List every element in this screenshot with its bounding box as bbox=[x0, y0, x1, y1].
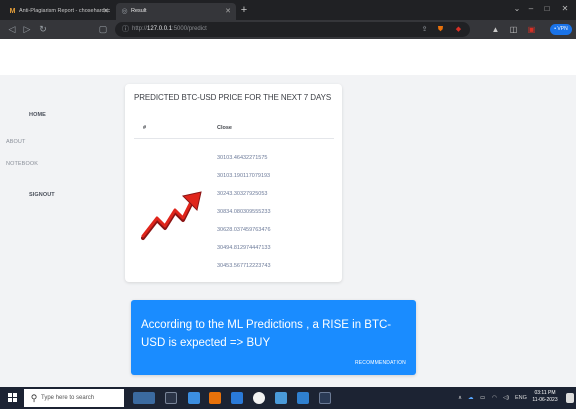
brave-browser-icon[interactable] bbox=[209, 392, 221, 404]
search-icon: ⚲ bbox=[30, 393, 38, 403]
store-icon[interactable] bbox=[275, 392, 287, 404]
tray-language[interactable]: ENG bbox=[515, 393, 527, 403]
onedrive-icon[interactable]: ☁ bbox=[468, 393, 474, 403]
page: HOME ABOUT NOTEBOOK SIGNOUT PREDICTED BT… bbox=[0, 39, 576, 387]
chevron-down-icon[interactable]: ⌄ bbox=[510, 2, 524, 16]
pin-icon[interactable]: ▲ bbox=[490, 24, 501, 35]
prediction-card: PREDICTED BTC-USD PRICE FOR THE NEXT 7 D… bbox=[125, 84, 342, 282]
recommendation-label: RECOMMENDATION bbox=[354, 360, 406, 366]
reload-icon[interactable]: ↻ bbox=[36, 22, 50, 37]
taskbar: ⚲ Type here to search ∧ ☁ ▭ ◠ ◁) ENG 03:… bbox=[0, 387, 576, 409]
globe-icon: ◎ bbox=[121, 8, 128, 15]
clock-date: 11-06-2023 bbox=[532, 397, 558, 403]
table-divider bbox=[134, 138, 334, 139]
table-row: 30494.812974447133 bbox=[217, 245, 271, 251]
battery-icon[interactable]: ▭ bbox=[480, 393, 485, 403]
maximize-button[interactable]: □ bbox=[540, 2, 554, 16]
column-header-index: # bbox=[143, 125, 147, 131]
tray-chevron-icon[interactable]: ∧ bbox=[458, 393, 462, 403]
chrome-icon[interactable] bbox=[253, 392, 265, 404]
sidebar-item-signout[interactable]: SIGNOUT bbox=[29, 192, 55, 198]
sidebar-icon[interactable]: ◫ bbox=[508, 24, 519, 35]
column-header-close: Close bbox=[217, 125, 232, 131]
taskbar-search-input[interactable]: ⚲ Type here to search bbox=[24, 389, 124, 407]
sidebar-item-about[interactable]: ABOUT bbox=[6, 139, 25, 145]
task-view-icon[interactable] bbox=[165, 392, 177, 404]
vpn-badge[interactable]: • VPN bbox=[550, 24, 572, 35]
new-tab-button[interactable]: + bbox=[238, 3, 250, 17]
browser-tab-strip: M Anti-Plagiarism Report - chosehardcc ✕… bbox=[0, 0, 576, 20]
shield-icon[interactable]: ⛊ bbox=[436, 25, 445, 34]
extension-icon[interactable]: ◆ bbox=[454, 25, 463, 34]
table-row: 30243.30327925053 bbox=[217, 191, 268, 197]
recommendation-card: According to the ML Predictions , a RISE… bbox=[131, 300, 416, 375]
wallet-icon[interactable]: ▣ bbox=[526, 24, 537, 35]
terminal-icon[interactable] bbox=[319, 392, 331, 404]
tab-anti-plagiarism[interactable]: M Anti-Plagiarism Report - chosehardcc ✕ bbox=[4, 3, 114, 20]
clock-time: 03:11 PM bbox=[534, 390, 556, 396]
recommendation-text: According to the ML Predictions , a RISE… bbox=[141, 319, 392, 349]
back-icon[interactable]: ◁ bbox=[5, 22, 19, 37]
close-window-button[interactable]: ✕ bbox=[558, 2, 572, 16]
address-bar[interactable]: ⓘ http://127.0.0.1:5000/predict ⇪ ⛊ ◆ bbox=[115, 22, 470, 37]
weather-widget-icon[interactable] bbox=[133, 392, 155, 404]
minimize-button[interactable]: – bbox=[524, 2, 538, 16]
share-icon[interactable]: ⇪ bbox=[420, 25, 429, 34]
forward-icon[interactable]: ▷ bbox=[20, 22, 34, 37]
table-row: 30103.190117079193 bbox=[217, 173, 271, 179]
card-title: PREDICTED BTC-USD PRICE FOR THE NEXT 7 D… bbox=[134, 93, 332, 102]
file-explorer-icon[interactable] bbox=[188, 392, 200, 404]
tab-label: Anti-Plagiarism Report - chosehardcc bbox=[19, 8, 111, 14]
tab-label: Result bbox=[131, 8, 147, 14]
search-placeholder: Type here to search bbox=[41, 395, 95, 401]
wifi-icon[interactable]: ◠ bbox=[492, 393, 497, 403]
browser-toolbar: ◁ ▷ ↻ ▢ ⓘ http://127.0.0.1:5000/predict … bbox=[0, 20, 576, 39]
info-icon[interactable]: ⓘ bbox=[121, 25, 130, 34]
close-icon[interactable]: ✕ bbox=[225, 3, 231, 20]
vscode-icon[interactable] bbox=[297, 392, 309, 404]
bookmark-icon[interactable]: ▢ bbox=[96, 22, 110, 37]
url-text: http://127.0.0.1:5000/predict bbox=[132, 26, 207, 32]
mail-icon[interactable] bbox=[231, 392, 243, 404]
gmail-icon: M bbox=[9, 8, 16, 15]
table-row: 30453.567712223743 bbox=[217, 263, 271, 269]
sidebar-item-home[interactable]: HOME bbox=[29, 112, 46, 118]
windows-start-icon[interactable] bbox=[8, 393, 18, 403]
volume-icon[interactable]: ◁) bbox=[503, 393, 509, 403]
close-icon[interactable]: ✕ bbox=[103, 3, 109, 20]
tab-result[interactable]: ◎ Result ✕ bbox=[116, 3, 236, 20]
table-row: 30628.037459763476 bbox=[217, 227, 271, 233]
sidebar-item-notebook[interactable]: NOTEBOOK bbox=[6, 161, 38, 167]
table-row: 30834.080309555233 bbox=[217, 209, 271, 215]
taskbar-clock[interactable]: 03:11 PM 11-06-2023 bbox=[528, 390, 562, 404]
table-row: 30103.46432271575 bbox=[217, 155, 268, 161]
rising-arrow-icon bbox=[141, 191, 202, 240]
notification-icon[interactable] bbox=[566, 393, 574, 403]
sidebar: HOME ABOUT NOTEBOOK SIGNOUT bbox=[0, 75, 110, 387]
